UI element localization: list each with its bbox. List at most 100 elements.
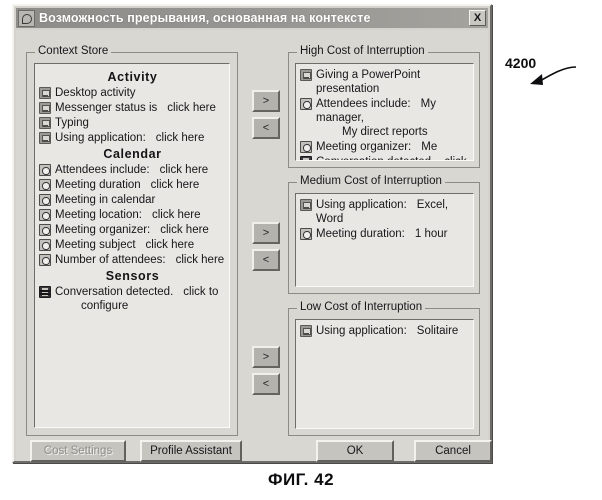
context-store-list[interactable]: Activity Desktop activity Messenger status… (34, 63, 230, 428)
list-item[interactable]: Meeting organizer: click here (39, 223, 226, 237)
list-item-label: Meeting subject (55, 239, 136, 251)
list-item[interactable]: Meeting subject click here (39, 238, 226, 252)
list-item-value[interactable]: 1 hour (415, 228, 448, 240)
list-item-label: Number of attendees: (55, 254, 166, 266)
list-item-value[interactable]: click here (176, 254, 225, 266)
activity-icon (39, 87, 51, 99)
list-item-text: Giving a PowerPoint presentation (316, 68, 470, 96)
list-item[interactable]: Meeting in calendar (39, 193, 226, 207)
sensor-icon (39, 286, 51, 298)
list-item-text: Meeting in calendar (55, 193, 226, 207)
list-item-text: Meeting organizer: click here (55, 223, 226, 237)
calendar-icon (39, 224, 51, 236)
add-to-medium-button[interactable]: > (252, 222, 280, 244)
list-item[interactable]: Conversation detected. click to configure (39, 285, 226, 313)
list-item[interactable]: Giving a PowerPoint presentation (300, 68, 470, 96)
calendar-icon (300, 98, 312, 110)
context-store-group: Context Store Activity Desktop activity Me… (26, 45, 238, 436)
add-to-low-button[interactable]: > (252, 346, 280, 368)
ok-button[interactable]: OK (316, 440, 394, 462)
list-item[interactable]: Using application: Solitaire (300, 324, 470, 338)
list-item-value[interactable]: click here (152, 209, 201, 221)
context-store-label: Context Store (35, 45, 112, 57)
list-item[interactable]: Meeting organizer: Me (300, 140, 470, 154)
high-cost-group: High Cost of Interruption Giving a Power… (288, 45, 480, 168)
list-item[interactable]: Using application: Excel, Word (300, 198, 470, 226)
list-item-text: Using application: Solitaire (316, 324, 470, 338)
calendar-icon (39, 179, 51, 191)
list-item-text: Desktop activity (55, 86, 226, 100)
list-item-value[interactable]: Solitaire (417, 325, 459, 337)
list-item-value[interactable]: click here (160, 164, 209, 176)
section-heading: Calendar (103, 147, 162, 161)
list-item-value[interactable]: click here (167, 102, 216, 114)
list-item[interactable]: Messenger status is click here (39, 101, 226, 115)
figure-caption: ФИГ. 42 (267, 470, 335, 489)
close-icon[interactable]: X (469, 10, 486, 26)
list-item[interactable]: Conversation detected.click toconfigure (300, 155, 470, 160)
list-item[interactable]: Typing (39, 116, 226, 130)
transfer-buttons-medium: > < (252, 222, 280, 276)
list-item-value[interactable]: click here (160, 224, 209, 236)
list-item[interactable]: Attendees include: My manager, My direct r… (300, 97, 470, 139)
cancel-button[interactable]: Cancel (414, 440, 492, 462)
activity-icon (39, 132, 51, 144)
list-item[interactable]: Meeting duration click here (39, 178, 226, 192)
calendar-icon (300, 228, 312, 240)
list-item-value[interactable]: click here (146, 239, 195, 251)
list-item-value[interactable]: click to (183, 286, 218, 298)
activity-icon (300, 199, 312, 211)
list-item-label: Using application: (316, 199, 407, 211)
remove-from-low-button[interactable]: < (252, 373, 280, 395)
list-item[interactable]: Using application: click here (39, 131, 226, 145)
list-item-text: Meeting duration click here (55, 178, 226, 192)
low-cost-list[interactable]: Using application: Solitaire (295, 319, 474, 429)
calendar-icon (39, 239, 51, 251)
list-item-label: Using application: (55, 132, 146, 144)
list-item-value[interactable]: click here (151, 179, 200, 191)
activity-icon (39, 102, 51, 114)
transfer-buttons-high: > < (252, 90, 280, 144)
profile-assistant-button[interactable]: Profile Assistant (140, 440, 242, 462)
list-item-text: Meeting organizer: Me (316, 140, 470, 154)
patent-figure-page: Возможность прерывания, основанная на ко… (0, 0, 602, 500)
remove-from-medium-button[interactable]: < (252, 249, 280, 271)
sensor-icon (300, 156, 312, 160)
remove-from-high-button[interactable]: < (252, 117, 280, 139)
app-icon (18, 9, 35, 27)
low-cost-group: Low Cost of Interruption Using applicati… (288, 301, 480, 436)
add-to-high-button[interactable]: > (252, 90, 280, 112)
list-item-label: Meeting location: (55, 209, 142, 221)
window-title: Возможность прерывания, основанная на ко… (39, 11, 371, 25)
cost-settings-button[interactable]: Cost Settings (30, 440, 126, 462)
list-item-label: Giving a PowerPoint presentation (316, 69, 421, 95)
list-item-text: Using application: Excel, Word (316, 198, 470, 226)
high-cost-list[interactable]: Giving a PowerPoint presentation Attendee… (295, 63, 474, 161)
list-item-label: Attendees include: (316, 98, 411, 110)
list-item-label: Conversation detected. (55, 286, 174, 298)
list-item-value-continued: configure (81, 300, 129, 312)
list-item[interactable]: Meeting duration: 1 hour (300, 227, 470, 241)
list-item-value[interactable]: click here (156, 132, 205, 144)
list-item-text: Meeting subject click here (55, 238, 226, 252)
list-item[interactable]: Desktop activity (39, 86, 226, 100)
medium-cost-list[interactable]: Using application: Excel, Word Meeting dur… (295, 193, 474, 287)
calendar-icon (39, 164, 51, 176)
list-item-value[interactable]: Me (421, 141, 437, 153)
list-item-text: Conversation detected.click toconfigure (316, 155, 470, 160)
calendar-icon (39, 194, 51, 206)
list-item[interactable]: Attendees include: click here (39, 163, 226, 177)
list-item[interactable]: Number of attendees: click here (39, 253, 226, 267)
calendar-icon (39, 254, 51, 266)
list-item-label: Typing (55, 117, 89, 129)
dialog-window: Возможность прерывания, основанная на ко… (12, 4, 492, 463)
list-item[interactable]: Meeting location: click here (39, 208, 226, 222)
activity-icon (39, 117, 51, 129)
calendar-icon (300, 141, 312, 153)
list-item-value-continued: My direct reports (342, 126, 428, 138)
list-item-text: Meeting duration: 1 hour (316, 227, 470, 241)
medium-cost-label: Medium Cost of Interruption (297, 175, 445, 187)
list-item-text: Meeting location: click here (55, 208, 226, 222)
list-item-label: Conversation detected. (316, 156, 434, 160)
high-cost-label: High Cost of Interruption (297, 45, 428, 57)
